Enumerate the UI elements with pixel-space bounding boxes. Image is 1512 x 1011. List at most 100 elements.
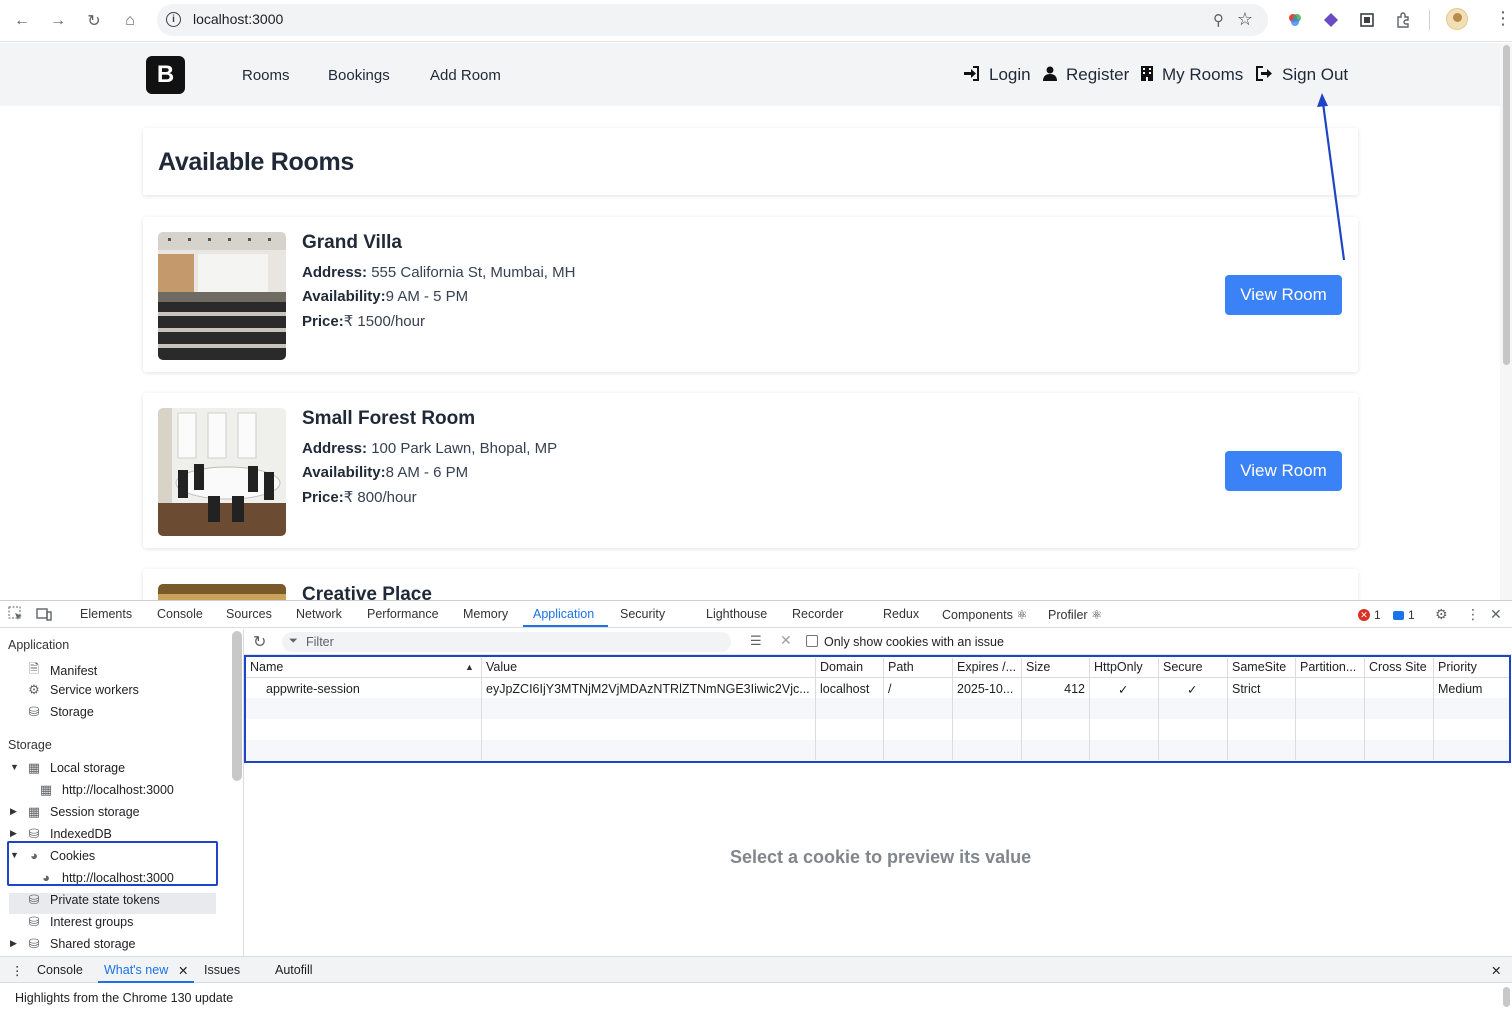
site-info-icon[interactable]: i [166,12,181,27]
gears-icon: ⚙ [28,682,40,697]
tab-components[interactable]: Components ⚛ [942,607,1028,622]
expanded-triangle-icon[interactable]: ▼ [10,762,19,772]
sidebar-item-label: Local storage [50,761,126,775]
close-tab-icon[interactable]: ✕ [178,963,188,978]
clear-all-cookies-icon[interactable]: ☰ [750,633,762,649]
building-icon [1141,65,1153,85]
sidebar-item-manifest[interactable]: 🗎 Manifest [26,660,97,682]
only-issues-label[interactable]: Only show cookies with an issue [824,635,1004,649]
nav-sign-out[interactable]: Sign Out [1256,65,1348,85]
sidebar-item-private-state-tokens[interactable]: ⛁ Private state tokens [26,892,160,908]
sidebar-item-label: IndexedDB [50,827,112,841]
sign-in-icon [963,65,980,85]
site-logo[interactable]: B [146,56,185,94]
message-icon [1393,610,1404,620]
room-card: Grand Villa Address: 555 California St, … [143,217,1358,372]
site-navbar: B Rooms Bookings Add Room Login Register… [0,43,1500,106]
home-icon[interactable]: ⌂ [118,9,142,33]
close-drawer-icon[interactable]: ✕ [1491,963,1501,978]
drawer-tab-console[interactable]: Console [37,963,83,977]
tab-elements[interactable]: Elements [80,607,132,621]
url-text[interactable]: localhost:3000 [193,11,283,27]
tab-network[interactable]: Network [296,607,342,621]
tab-console[interactable]: Console [157,607,203,621]
page-scrollbar[interactable] [1500,43,1512,600]
device-toolbar-icon[interactable] [36,606,52,625]
nav-rooms[interactable]: Rooms [242,67,290,84]
browser-menu-icon[interactable]: ⋮ [1494,8,1512,29]
tab-search-icon[interactable] [1357,10,1377,30]
color-extension-icon[interactable] [1285,10,1305,30]
drawer-tab-autofill[interactable]: Autofill [275,963,313,977]
room-price: Price:₹ 1500/hour [302,312,425,330]
tab-security[interactable]: Security [620,607,665,621]
delete-selected-icon[interactable]: ✕ [780,632,792,649]
sidebar-item-label: Storage [50,705,94,719]
devtools-menu-icon[interactable]: ⋮ [1466,606,1480,623]
sidebar-item-interest-groups[interactable]: ⛁ Interest groups [26,914,134,930]
profile-avatar[interactable] [1446,8,1468,30]
tab-lighthouse[interactable]: Lighthouse [706,607,767,621]
extensions-puzzle-icon[interactable] [1393,10,1413,30]
inspect-element-icon[interactable] [8,606,24,625]
table-icon: ▦ [39,782,53,797]
nav-add-room[interactable]: Add Room [430,67,501,84]
tab-profiler[interactable]: Profiler ⚛ [1048,607,1102,622]
view-room-button[interactable]: View Room [1225,451,1342,491]
address-bar[interactable]: i localhost:3000 ⚲ ☆ [157,4,1268,36]
collapsed-triangle-icon[interactable]: ▶ [10,938,17,949]
page-title: Available Rooms [158,148,355,176]
drawer-tab-issues[interactable]: Issues [204,963,240,977]
tab-sources[interactable]: Sources [226,607,272,621]
reload-icon[interactable]: ↻ [82,9,106,33]
drawer-scrollbar[interactable] [1503,987,1510,1007]
back-icon[interactable]: ← [10,9,34,33]
view-room-button[interactable]: View Room [1225,275,1342,315]
sidebar-scrollbar[interactable] [232,631,242,781]
bookmark-star-icon[interactable]: ☆ [1237,9,1253,30]
message-counter[interactable]: 1 [1393,608,1415,622]
purple-extension-icon[interactable] [1321,10,1341,30]
collapsed-triangle-icon[interactable]: ▶ [10,828,17,839]
close-devtools-icon[interactable]: ✕ [1490,606,1502,623]
sidebar-item-session-storage[interactable]: ▦ Session storage [26,804,140,820]
tab-memory[interactable]: Memory [463,607,508,621]
nav-login[interactable]: Login [963,65,1031,85]
tab-performance[interactable]: Performance [367,607,439,621]
sidebar-item-indexeddb[interactable]: ⛁ IndexedDB [26,826,112,842]
error-icon: ✕ [1358,609,1370,621]
nav-my-rooms[interactable]: My Rooms [1141,65,1243,85]
sidebar-item-local-storage-origin[interactable]: ▦ http://localhost:3000 [38,782,174,798]
tab-redux[interactable]: Redux [883,607,919,621]
only-issues-checkbox[interactable] [806,635,818,647]
sidebar-item-service-workers[interactable]: ⚙ Service workers [26,682,139,698]
page-scrollbar-thumb[interactable] [1503,45,1510,365]
sign-out-icon [1256,65,1273,85]
drawer-menu-icon[interactable]: ⋮ [11,963,24,978]
error-counter[interactable]: ✕ 1 [1358,608,1381,622]
password-key-icon[interactable]: ⚲ [1213,11,1224,29]
filter-funnel-icon: ⏷ [289,635,298,647]
settings-gear-icon[interactable]: ⚙ [1435,606,1448,623]
collapsed-triangle-icon[interactable]: ▶ [10,806,17,817]
nav-sign-out-label: Sign Out [1282,65,1349,84]
refresh-icon[interactable]: ↻ [253,632,266,652]
sidebar-item-storage[interactable]: ⛁ Storage [26,704,94,720]
drawer-tab-whats-new[interactable]: What's new [104,963,168,977]
room-image [158,408,286,536]
address-value: 100 Park Lawn, Bhopal, MP [367,440,558,457]
filter-input[interactable]: ⏷ Filter [282,632,731,652]
sidebar-item-local-storage[interactable]: ▦ Local storage [26,760,125,776]
tab-recorder[interactable]: Recorder [792,607,843,621]
room-image [158,584,286,600]
nav-bookings[interactable]: Bookings [328,67,390,84]
nav-register-label: Register [1066,65,1130,84]
nav-register[interactable]: Register [1043,65,1129,85]
sidebar-item-label: Shared storage [50,937,136,951]
forward-icon[interactable]: → [46,9,70,33]
sidebar-item-shared-storage[interactable]: ⛁ Shared storage [26,936,136,952]
room-address: Address: 555 California St, Mumbai, MH [302,264,575,281]
application-sidebar: Application 🗎 Manifest ⚙ Service workers ⛁… [0,629,231,956]
active-drawer-tab-indicator [98,981,194,983]
tab-application[interactable]: Application [533,607,594,621]
